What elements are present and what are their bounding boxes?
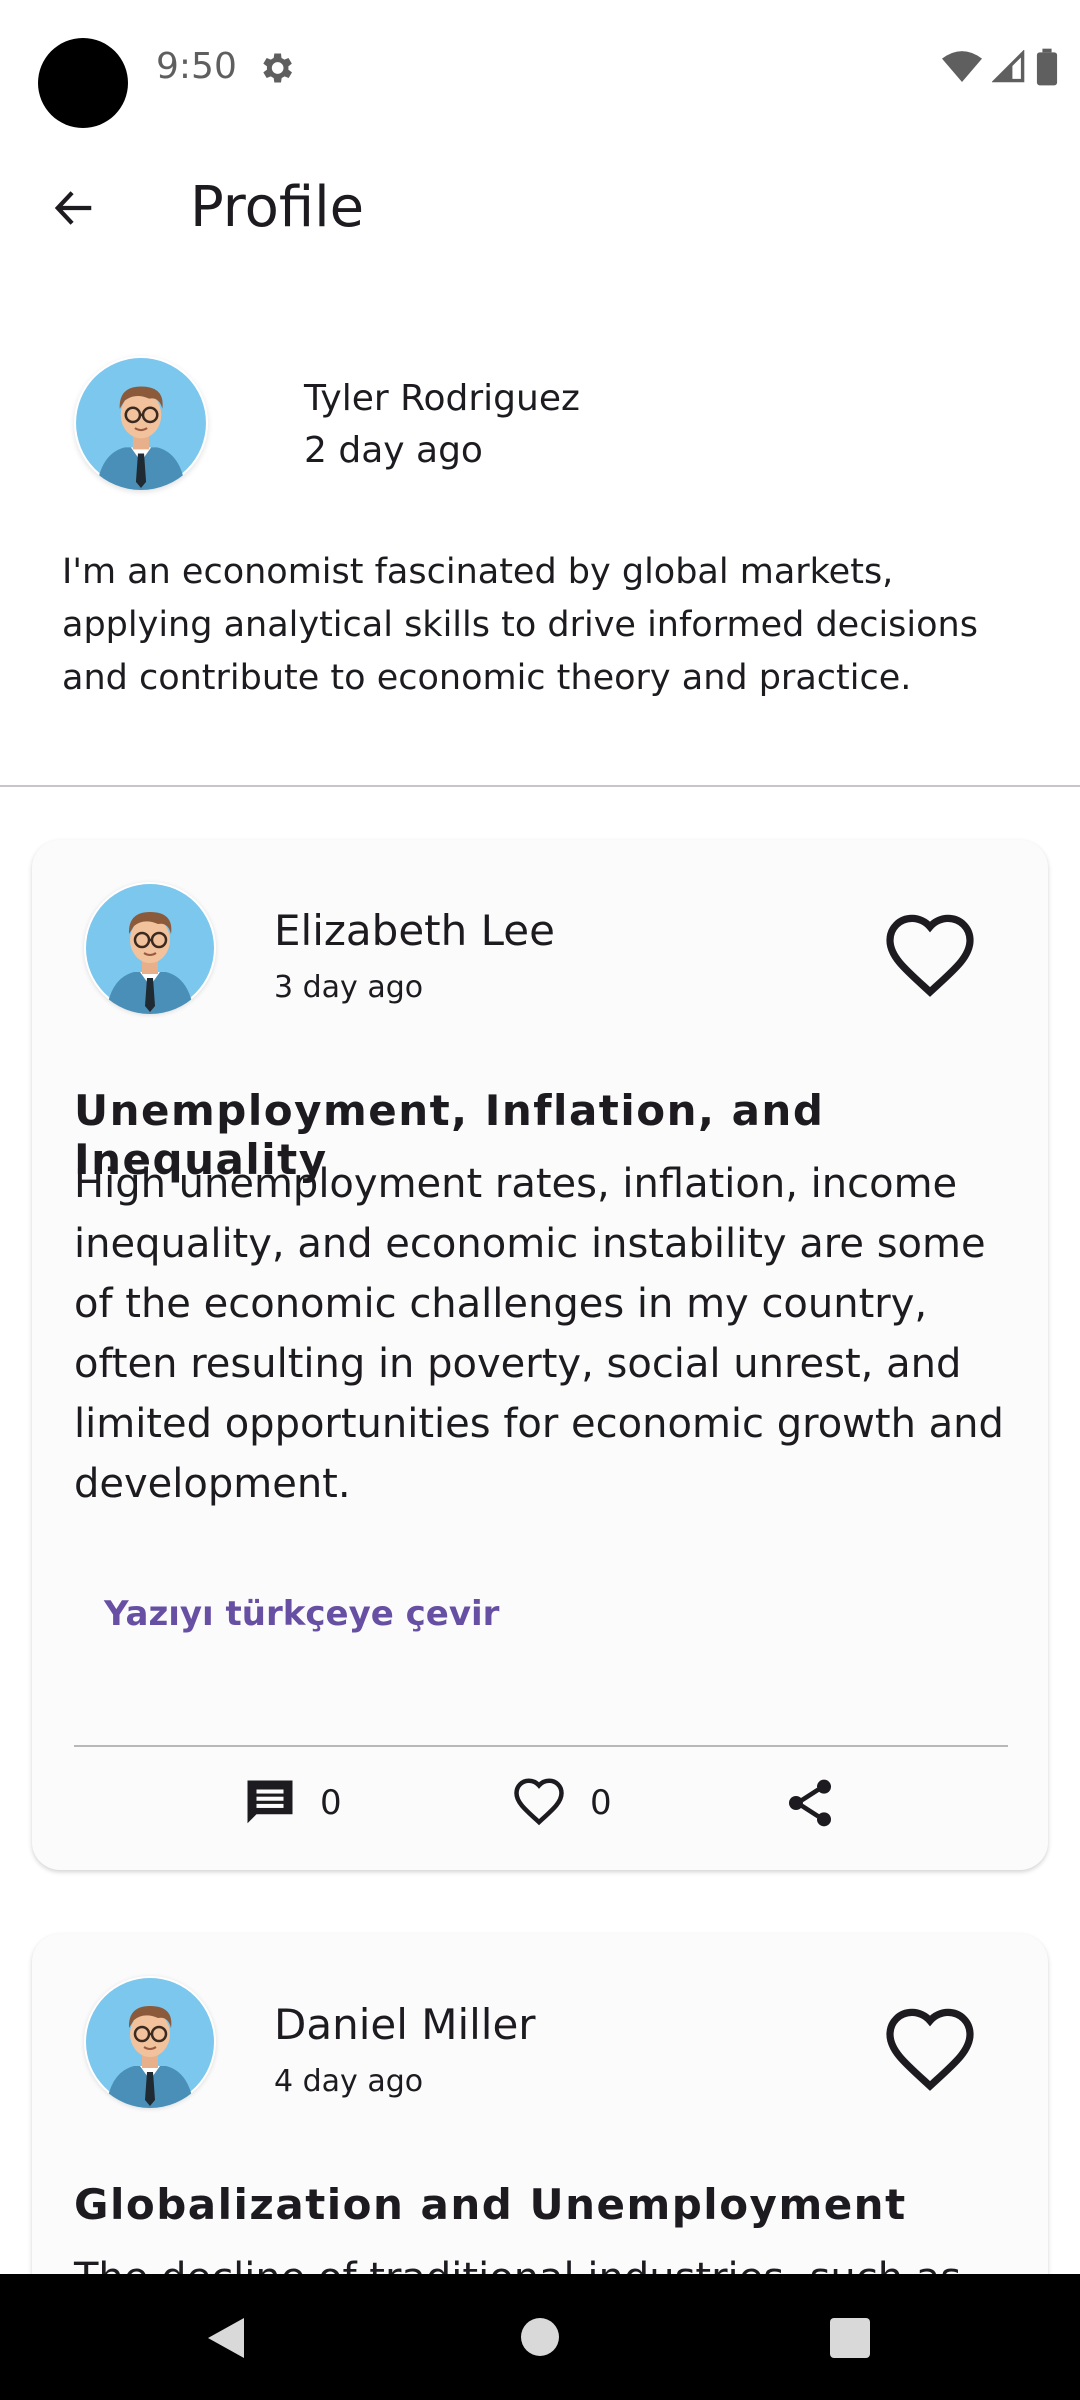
post-card[interactable]: Elizabeth Lee 3 day ago Unemployment, In… [32,840,1048,1870]
camera-cutout [38,38,128,128]
battery-icon [1036,48,1058,86]
heart-outline-icon [514,1778,564,1826]
like-action[interactable]: 0 [510,1768,612,1838]
status-indicators [942,48,1058,86]
profile-bio: I'm an economist fascinated by global ma… [62,552,978,698]
heart-outline-icon [886,914,974,997]
post-time: 4 day ago [274,2064,424,2099]
author-avatar[interactable] [84,1976,216,2108]
status-bar: 9:50 [0,0,1080,136]
post-author: Elizabeth Lee [274,906,555,955]
comment-count: 0 [320,1783,342,1823]
card-divider [74,1745,1008,1747]
like-count: 0 [590,1783,612,1823]
nav-back-icon[interactable] [204,2314,248,2362]
share-action[interactable] [782,1768,838,1838]
status-time: 9:50 [156,46,237,87]
comment-icon [247,1780,293,1824]
favorite-button[interactable] [882,910,978,1006]
section-divider [0,785,1080,787]
settings-gear-icon [263,53,292,83]
profile-time: 2 day ago [304,430,483,471]
app-bar: Profile [0,150,1080,266]
nav-recents-icon[interactable] [830,2318,870,2358]
wifi-icon [942,51,982,82]
back-button[interactable] [34,172,114,244]
post-title: Globalization and Unemployment [74,2180,907,2229]
comment-action[interactable]: 0 [242,1768,342,1838]
profile-avatar[interactable] [74,356,208,490]
favorite-button[interactable] [882,2004,978,2100]
heart-outline-icon [886,2008,974,2091]
profile-name: Tyler Rodriguez [304,378,580,419]
author-avatar[interactable] [84,882,216,1014]
post-body: High unemployment rates, inflation, inco… [74,1161,1004,1507]
post-author: Daniel Miller [274,2000,536,2049]
post-time: 3 day ago [274,970,424,1005]
translate-button[interactable]: Yazıyı türkçeye çevir [104,1594,499,1634]
nav-home-icon[interactable] [521,2318,559,2356]
cellular-signal-icon [992,50,1025,83]
arrow-left-icon [54,191,92,225]
system-nav-bar [0,2274,1080,2400]
page-title: Profile [190,175,365,240]
share-icon [789,1779,831,1827]
